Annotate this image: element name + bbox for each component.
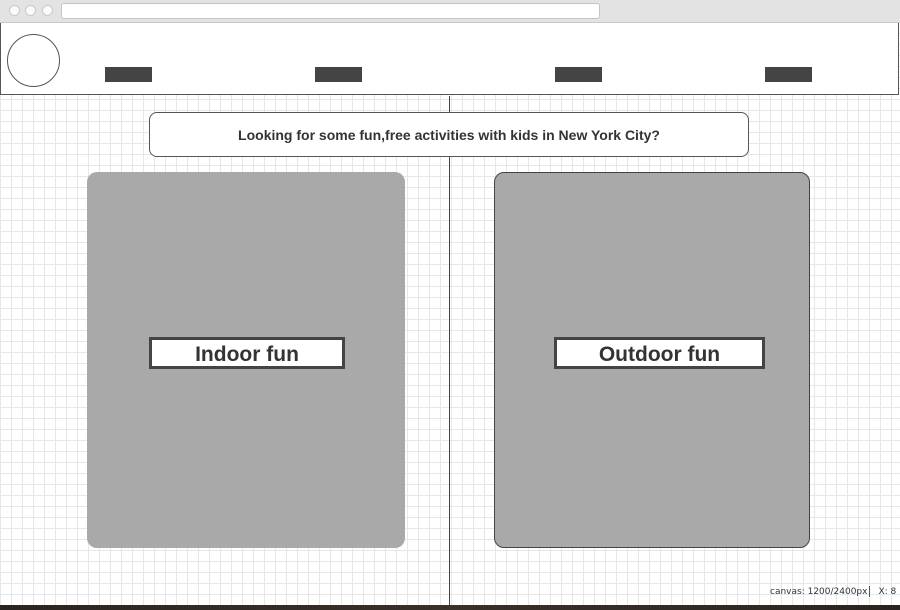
logo-placeholder[interactable] [7,34,60,87]
nav-item-1[interactable] [105,67,152,82]
canvas-status: canvas: 1200/2400px X: 8 [770,586,900,597]
site-header [0,23,899,95]
nav-item-2[interactable] [315,67,362,82]
indoor-fun-card[interactable]: Indoor fun [87,172,405,548]
x-coordinate-readout: X: 8 [878,587,897,597]
nav-item-3[interactable] [555,67,602,82]
indoor-fun-label[interactable]: Indoor fun [149,337,345,369]
nav-item-4[interactable] [765,67,812,82]
canvas-size-readout: canvas: 1200/2400px [770,587,868,597]
center-divider [449,96,450,610]
address-bar[interactable] [61,3,600,19]
minimize-window-icon[interactable] [25,5,36,16]
status-separator [869,586,871,597]
maximize-window-icon[interactable] [42,5,53,16]
browser-titlebar [0,0,900,23]
banner-text: Looking for some fun,free activities wit… [238,126,660,143]
close-window-icon[interactable] [9,5,20,16]
bottom-edge-bar [0,605,900,610]
outdoor-fun-card[interactable]: Outdoor fun [494,172,810,548]
outdoor-fun-label[interactable]: Outdoor fun [554,337,765,369]
intro-banner: Looking for some fun,free activities wit… [149,112,749,157]
